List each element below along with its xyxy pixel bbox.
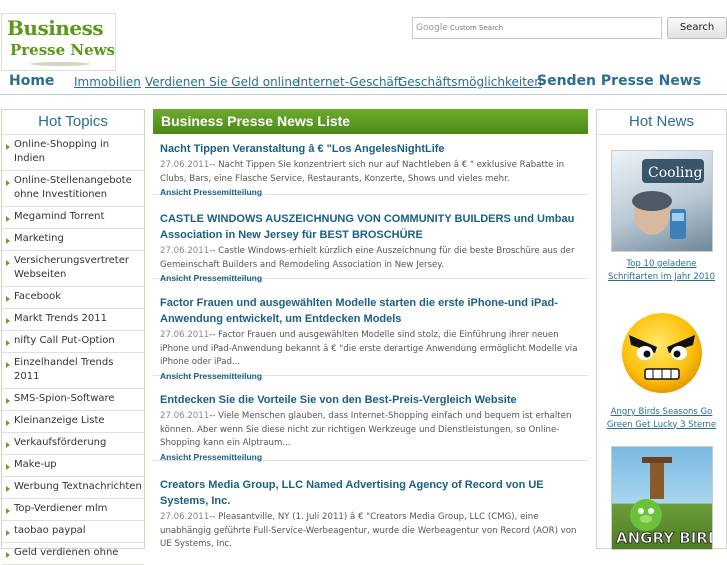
logo-swoosh bbox=[30, 62, 90, 66]
nav-item-verdienen[interactable]: Verdienen Sie Geld online bbox=[145, 75, 299, 89]
svg-text:Cooling: Cooling bbox=[648, 165, 703, 181]
news-list-title: Business Presse News Liste bbox=[153, 109, 588, 134]
article-more-link[interactable]: Ansicht Pressemitteilung bbox=[160, 186, 581, 198]
google-logo-icon: Google bbox=[416, 23, 448, 33]
hot-topic-item[interactable]: Megamind Torrent bbox=[2, 207, 144, 229]
article-more-link[interactable]: Ansicht Pressemitteilung bbox=[160, 272, 581, 284]
article-text: -- Viele Menschen glauben, dass Internet… bbox=[160, 411, 572, 448]
news-caption[interactable]: Top 10 geladene Schriftarten im Jahr 201… bbox=[601, 258, 722, 283]
nav-send-press-news[interactable]: Senden Presse News bbox=[537, 73, 701, 89]
news-article: Creators Media Group, LLC Named Advertis… bbox=[153, 475, 588, 549]
news-list-panel: Business Presse News Liste Nacht Tippen … bbox=[153, 109, 588, 549]
cooling-illustration-icon: Cooling bbox=[632, 159, 704, 239]
article-teaser: 27.06.2011-- Castle Windows-erhielt kürz… bbox=[160, 245, 581, 272]
nav-item-immobilien[interactable]: Immobilien bbox=[74, 75, 141, 89]
main-nav: Home Immobilien Verdienen Sie Geld onlin… bbox=[0, 70, 727, 95]
hot-topic-item[interactable]: SMS-Spion-Software bbox=[2, 389, 144, 411]
hot-news-title: Hot News bbox=[597, 110, 726, 135]
hot-topic-item[interactable]: nifty Call Put-Option bbox=[2, 331, 144, 353]
article-date: 27.06.2011 bbox=[160, 512, 210, 522]
article-text: -- Pleasantville, NY (1. Juli 2011) â € … bbox=[160, 512, 577, 549]
search-box[interactable]: Google bbox=[412, 17, 662, 39]
hot-topics-panel: Hot Topics Online-Shopping in Indien Onl… bbox=[1, 109, 145, 565]
news-image-angry-birds[interactable]: ANGRY BIRDS bbox=[611, 446, 713, 550]
news-article: Nacht Tippen Veranstaltung â € "Los Ange… bbox=[153, 139, 588, 198]
article-date: 27.06.2011 bbox=[160, 330, 210, 340]
article-more-link[interactable]: Ansicht Pressemitteilung bbox=[160, 370, 581, 382]
hot-topic-item[interactable]: Markt Trends 2011 bbox=[2, 309, 144, 331]
article-text: -- Factor Frauen und ausgewählten Modell… bbox=[160, 330, 578, 367]
article-more-link[interactable]: Ansicht Pressemitteilung bbox=[160, 451, 581, 463]
hot-topic-item[interactable]: Versicherungsvertreter Webseiten bbox=[2, 251, 144, 287]
nav-item-geschaeftsmoeglichkeiten[interactable]: Geschäftsmöglichkeiten bbox=[398, 75, 542, 89]
news-caption[interactable]: Angry Birds Seasons Go Green Get Lucky 3… bbox=[601, 406, 722, 431]
article-teaser: 27.06.2011-- Viele Menschen glauben, das… bbox=[160, 410, 581, 451]
hot-topic-item[interactable]: taobao paypal bbox=[2, 521, 144, 543]
angry-birds-illustration-icon: ANGRY BIRDS bbox=[616, 457, 712, 547]
logo-line-2: Presse News bbox=[10, 41, 115, 59]
hot-topic-item[interactable]: Werbung Textnachrichten bbox=[2, 477, 144, 499]
search-button[interactable]: Search bbox=[667, 17, 727, 39]
article-teaser: 27.06.2011-- Pleasantville, NY (1. Juli … bbox=[160, 511, 581, 552]
hot-topic-item[interactable]: Make-up bbox=[2, 455, 144, 477]
article-date: 27.06.2011 bbox=[160, 160, 210, 170]
hot-topic-item[interactable]: Facebook bbox=[2, 287, 144, 309]
angry-face-icon bbox=[622, 313, 702, 393]
hot-topic-item[interactable]: Kleinanzeige Liste bbox=[2, 411, 144, 433]
hot-topic-item[interactable]: Online-Stellenangebote ohne Investitione… bbox=[2, 171, 144, 207]
article-date: 27.06.2011 bbox=[160, 411, 210, 421]
hot-topic-item[interactable]: Marketing bbox=[2, 229, 144, 251]
hot-topic-item[interactable]: Geld verdienen ohne bbox=[2, 543, 144, 565]
article-title[interactable]: Creators Media Group, LLC Named Advertis… bbox=[160, 477, 581, 509]
search-input[interactable] bbox=[450, 21, 650, 35]
news-image-angry-face[interactable] bbox=[611, 307, 713, 399]
article-teaser: 27.06.2011-- Factor Frauen und ausgewähl… bbox=[160, 329, 581, 370]
article-teaser: 27.06.2011-- Nacht Tippen Sie konzentrie… bbox=[160, 159, 581, 186]
hot-topics-title: Hot Topics bbox=[2, 110, 144, 135]
hot-topic-item[interactable]: Online-Shopping in Indien bbox=[2, 135, 144, 171]
article-title[interactable]: Nacht Tippen Veranstaltung â € "Los Ange… bbox=[160, 141, 581, 157]
news-article: Entdecken Sie die Vorteile Sie von den B… bbox=[153, 390, 588, 463]
nav-home[interactable]: Home bbox=[9, 73, 54, 89]
nav-item-internet-geschaeft[interactable]: Internet-Geschäft bbox=[297, 75, 403, 89]
hot-news-panel: Hot News Cooling Top 10 geladene Schrift… bbox=[596, 109, 727, 550]
hot-topic-item[interactable]: Top-Verdiener mlm bbox=[2, 499, 144, 521]
article-text: -- Nacht Tippen Sie konzentriert sich nu… bbox=[160, 160, 565, 184]
news-article: CASTLE WINDOWS AUSZEICHNUNG VON COMMUNIT… bbox=[153, 209, 588, 283]
logo-line-1: Business bbox=[7, 16, 104, 40]
svg-text:ANGRY BIRDS: ANGRY BIRDS bbox=[616, 529, 712, 547]
news-image-cooling[interactable]: Cooling bbox=[611, 150, 713, 252]
hot-topics-list: Online-Shopping in Indien Online-Stellen… bbox=[2, 135, 144, 565]
article-date: 27.06.2011 bbox=[160, 246, 210, 256]
hot-topic-item[interactable]: Einzelhandel Trends 2011 bbox=[2, 353, 144, 389]
article-title[interactable]: Factor Frauen und ausgewählten Modelle s… bbox=[160, 295, 581, 327]
article-title[interactable]: CASTLE WINDOWS AUSZEICHNUNG VON COMMUNIT… bbox=[160, 211, 581, 243]
article-text: -- Castle Windows-erhielt kürzlich eine … bbox=[160, 246, 575, 270]
article-title[interactable]: Entdecken Sie die Vorteile Sie von den B… bbox=[160, 392, 581, 408]
news-article: Factor Frauen und ausgewählten Modelle s… bbox=[153, 293, 588, 381]
site-logo[interactable]: Business Presse News bbox=[1, 13, 116, 71]
hot-topic-item[interactable]: Verkaufsförderung bbox=[2, 433, 144, 455]
